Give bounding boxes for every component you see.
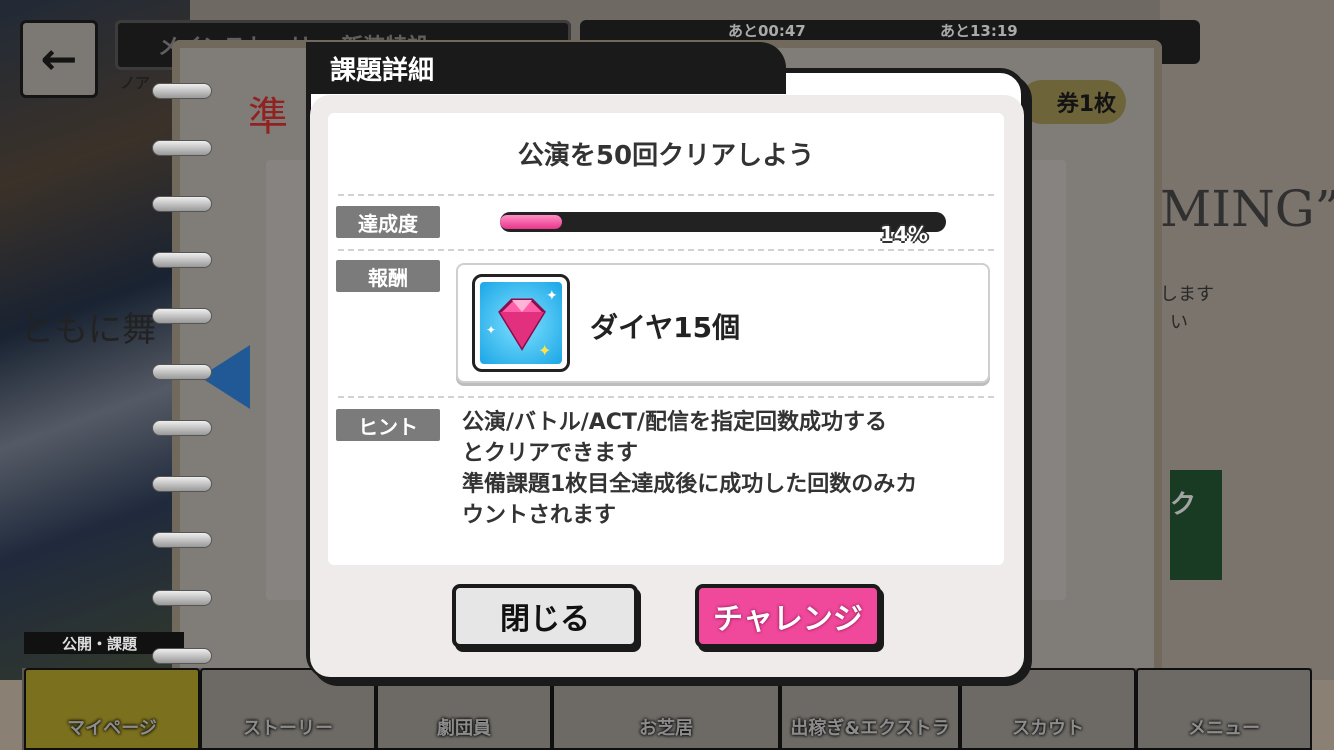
reward-label: 報酬 <box>336 260 440 292</box>
divider <box>338 396 994 398</box>
deco-red-text: 準 <box>248 94 288 140</box>
svg-text:✦: ✦ <box>486 323 496 337</box>
nav-menu[interactable]: メニュー <box>1136 668 1312 750</box>
hint-label: ヒント <box>336 409 440 441</box>
event-subtitle: ノア <box>120 74 151 92</box>
challenge-button[interactable]: チャレンジ <box>695 584 881 648</box>
deco-ming-text: MING” <box>1160 180 1334 238</box>
deco-side-text-1: します <box>1160 284 1214 305</box>
timer-2: あと13:19 <box>940 22 1018 40</box>
ring-icon <box>152 196 212 212</box>
close-button[interactable]: 閉じる <box>452 584 638 648</box>
ring-icon <box>152 476 212 492</box>
ring-icon <box>152 590 212 606</box>
ticket-badge: 券1枚 <box>1020 80 1126 124</box>
mission-title: 公演を50回クリアしよう <box>517 141 815 171</box>
ring-icon <box>152 308 212 324</box>
deco-side-text-2: い <box>1170 312 1188 333</box>
progress-percent: 14% <box>880 222 928 246</box>
ring-icon <box>152 364 212 380</box>
progress-label: 達成度 <box>336 206 440 238</box>
progress-bar-fill <box>500 215 563 229</box>
deco-left-text: ともに舞 <box>20 310 156 350</box>
reward-name: ダイヤ15個 <box>590 311 741 344</box>
nav-story[interactable]: ストーリー <box>200 668 376 750</box>
nav-mypage[interactable]: マイページ <box>24 668 200 750</box>
ring-icon <box>152 252 212 268</box>
dialog-title: 課題詳細 <box>330 55 435 86</box>
nav-extra[interactable]: 出稼ぎ&エクストラ <box>780 668 960 750</box>
svg-text:✦: ✦ <box>538 341 551 360</box>
ring-icon <box>152 532 212 548</box>
dialog-title-tab: 課題詳細 <box>306 42 786 94</box>
challenge-panel-partial: ク <box>1170 470 1222 580</box>
nav-members[interactable]: 劇団員 <box>376 668 552 750</box>
hint-text: 公演/バトル/ACT/配信を指定回数成功する とクリアできます 準備課題1枚目全… <box>462 410 918 528</box>
svg-text:✦: ✦ <box>546 288 558 304</box>
timer-1: あと00:47 <box>728 22 806 40</box>
ring-icon <box>152 140 212 156</box>
diamond-icon: ✦ ✦ ✦ <box>480 282 562 364</box>
ring-icon <box>152 648 212 664</box>
back-button[interactable]: ← <box>20 20 98 98</box>
left-caption: 公開・課題 <box>62 635 138 653</box>
divider <box>338 249 994 251</box>
ring-icon <box>152 420 212 436</box>
arrow-left-icon: ← <box>40 33 78 85</box>
nav-scout[interactable]: スカウト <box>960 668 1136 750</box>
ring-icon <box>152 83 212 99</box>
divider <box>338 194 994 196</box>
nav-play[interactable]: お芝居 <box>552 668 780 750</box>
